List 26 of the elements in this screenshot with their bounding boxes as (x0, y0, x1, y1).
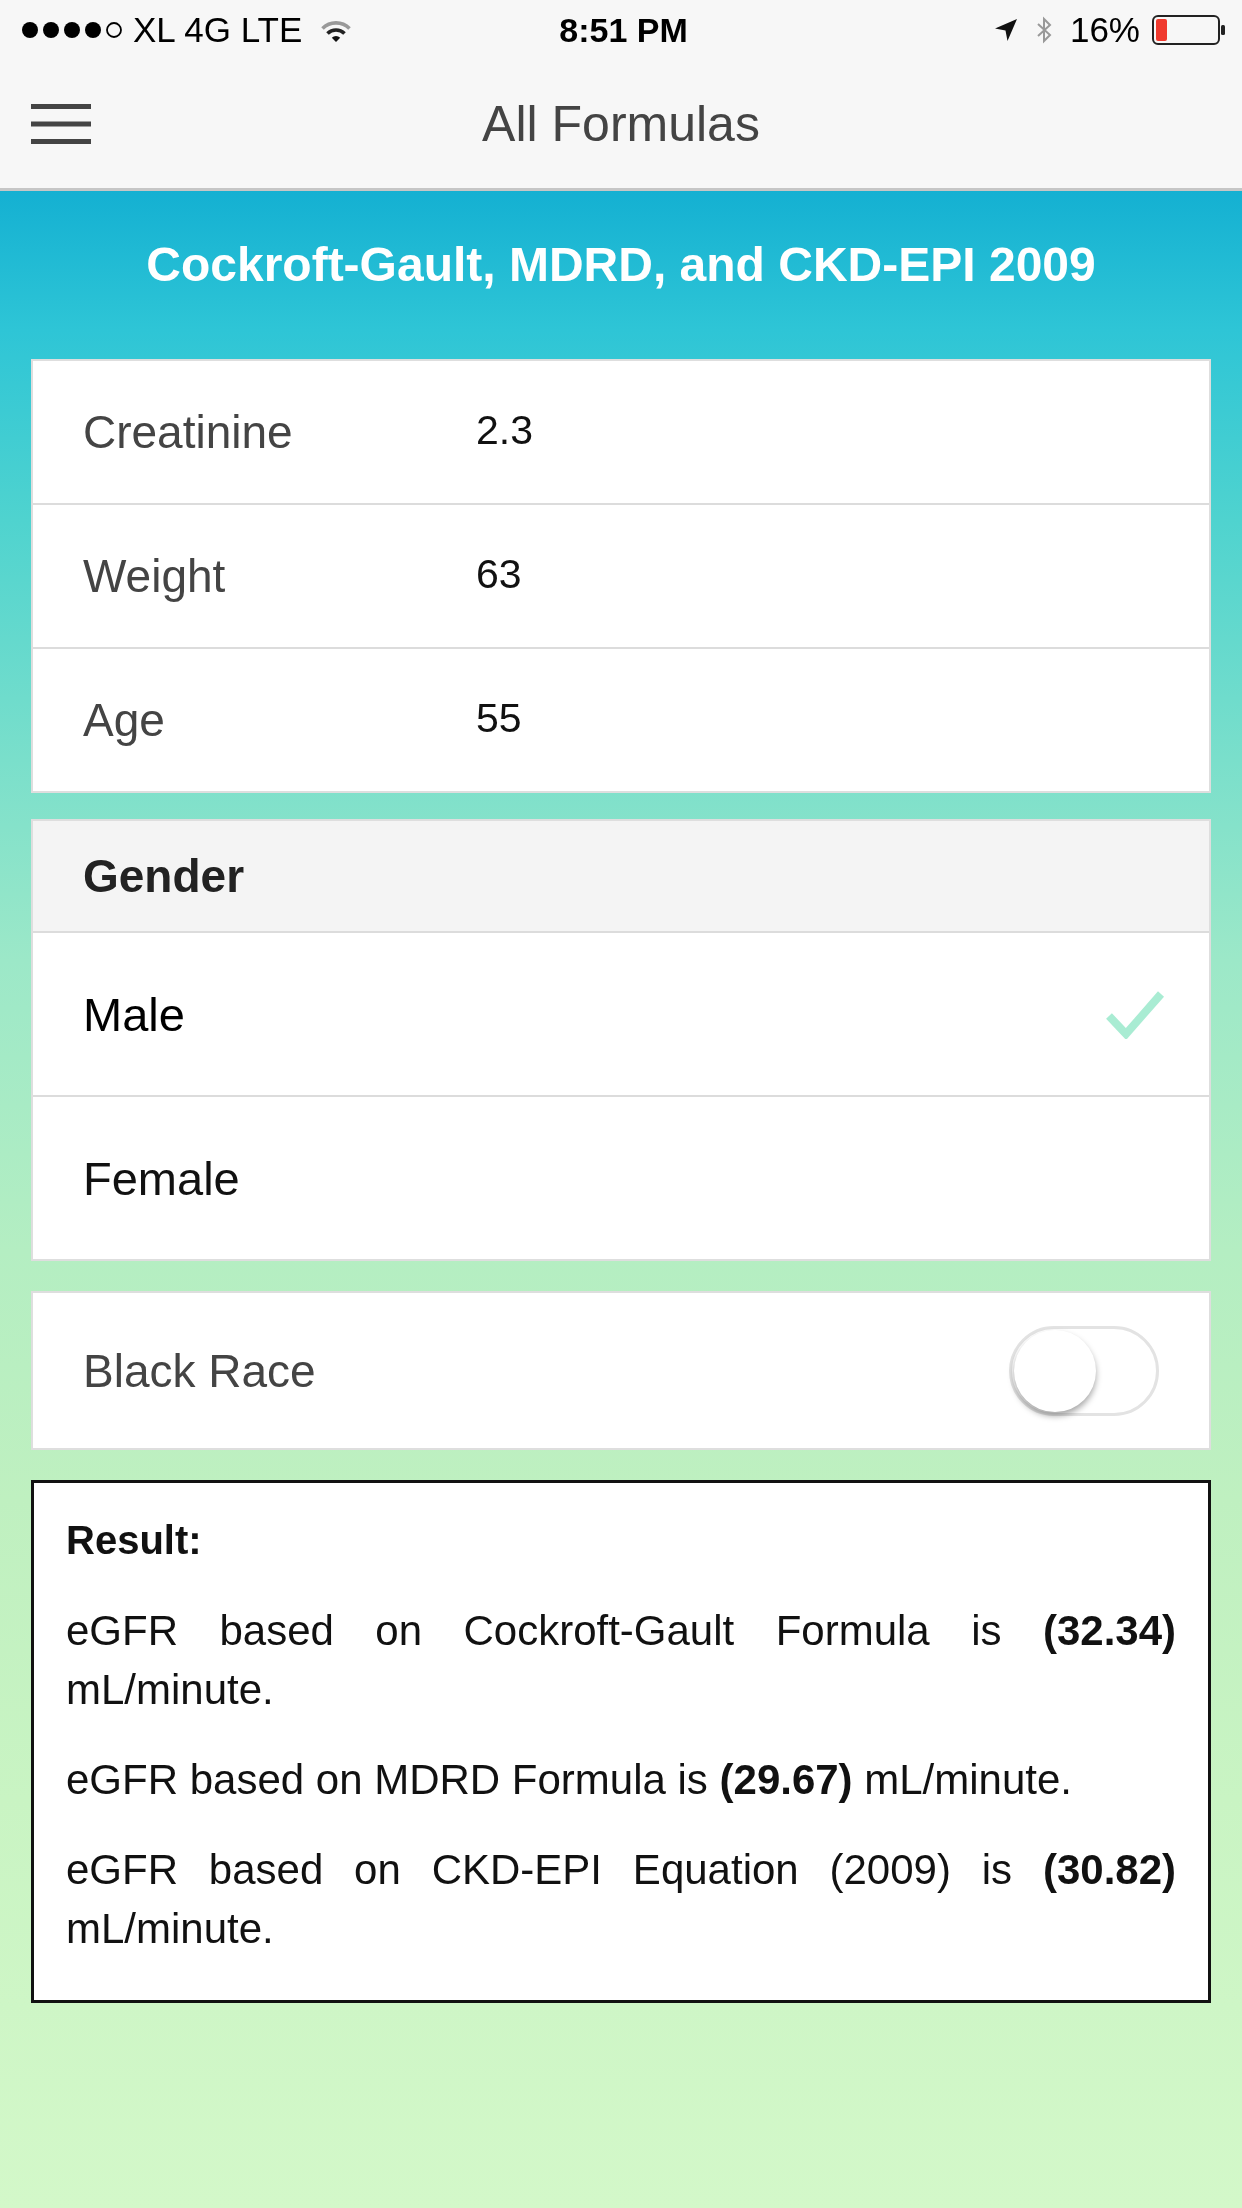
option-row[interactable]: Female (33, 1095, 1209, 1259)
wifi-icon (320, 18, 353, 42)
option-row[interactable]: Male (33, 931, 1209, 1095)
input-field[interactable]: 55 (476, 649, 1209, 791)
field-label: Age (82, 693, 166, 747)
battery-percent: 16% (1069, 10, 1140, 50)
input-field[interactable]: 63 (476, 505, 1209, 647)
result-text: eGFR based on CKD-EPI Equation (2009) is (30.82) mL/minute. (66, 1845, 1176, 1954)
page-title: Cockroft-Gault, MDRD, and CKD-EPI 2009 (145, 237, 1097, 293)
result-text: eGFR based on Cockroft-Gault Formula is (32.34) mL/minute. (66, 1606, 1176, 1715)
result-title: Result: (66, 1517, 203, 1564)
location-arrow-icon (993, 18, 1018, 42)
field-label: Creatinine (82, 405, 294, 459)
section-header: Gender (33, 821, 1209, 931)
toggle-label: Black Race (83, 1343, 316, 1398)
menu-icon[interactable] (31, 104, 91, 144)
status-time: 8:51 PM (559, 10, 688, 50)
input-field[interactable]: 2.3 (476, 361, 1209, 503)
bluetooth-icon (1035, 16, 1052, 44)
nav-title: All Formulas (481, 95, 761, 153)
signal-icon (21, 21, 123, 39)
field-label: Weight (82, 549, 227, 603)
result-text: eGFR based on MDRD Formula is (29.67) mL/minute. (66, 1755, 1074, 1805)
carrier-name: XL 4G LTE (133, 10, 303, 50)
check-icon (1105, 989, 1165, 1039)
battery-icon (1152, 15, 1226, 45)
